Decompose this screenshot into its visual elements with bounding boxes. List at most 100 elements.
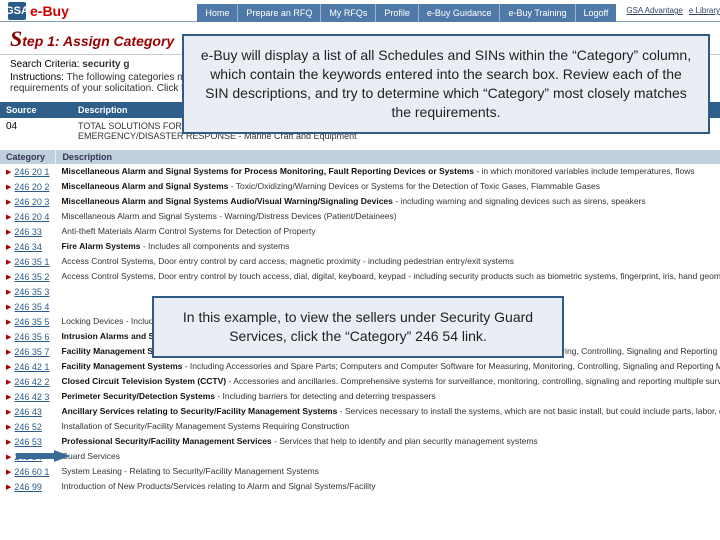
sin-description: Miscellaneous Alarm and Signal Systems A…: [55, 194, 720, 209]
sin-link[interactable]: 246 35 3: [14, 287, 49, 297]
sin-link[interactable]: 246 99: [14, 482, 42, 492]
logo: GSA e-Buy: [0, 2, 150, 20]
bullet-icon: ▶: [6, 378, 11, 386]
sin-cell: ▶246 35 2: [0, 269, 55, 284]
sin-link[interactable]: 246 35 1: [14, 257, 49, 267]
sin-description: Installation of Security/Facility Manage…: [55, 419, 720, 434]
bullet-icon: ▶: [6, 318, 11, 326]
bullet-icon: ▶: [6, 168, 11, 176]
sin-description: Facility Management Systems - Including …: [55, 359, 720, 374]
sin-cell: ▶246 34: [0, 239, 55, 254]
col-category: Category: [0, 150, 55, 164]
logo-badge: GSA: [8, 2, 26, 20]
bullet-icon: ▶: [6, 198, 11, 206]
col-description-inner: Description: [55, 150, 720, 164]
sin-description: System Leasing - Relating to Security/Fa…: [55, 464, 720, 479]
sin-description: Miscellaneous Alarm and Signal Systems -…: [55, 209, 720, 224]
sin-link[interactable]: 246 35 2: [14, 272, 49, 282]
bullet-icon: ▶: [6, 438, 11, 446]
search-criteria-label: Search Criteria:: [10, 59, 79, 70]
sin-cell: ▶246 35 7: [0, 344, 55, 359]
bullet-icon: ▶: [6, 273, 11, 281]
sin-cell: ▶246 53: [0, 434, 55, 449]
bullet-icon: ▶: [6, 348, 11, 356]
sin-description: Perimeter Security/Detection Systems - I…: [55, 389, 720, 404]
sin-description: Closed Circuit Television System (CCTV) …: [55, 374, 720, 389]
sin-link[interactable]: 246 35 7: [14, 347, 49, 357]
sin-link[interactable]: 246 34: [14, 242, 42, 252]
sin-description: Access Control Systems, Door entry contr…: [55, 269, 720, 284]
sin-cell: ▶246 33: [0, 224, 55, 239]
bullet-icon: ▶: [6, 468, 11, 476]
search-criteria-value: security g: [82, 59, 129, 70]
sin-link[interactable]: 246 52: [14, 422, 42, 432]
nav-logoff[interactable]: Logoff: [576, 4, 617, 22]
sin-cell: ▶246 35 6: [0, 329, 55, 344]
sin-link[interactable]: 246 42 2: [14, 377, 49, 387]
sin-link[interactable]: 246 42 1: [14, 362, 49, 372]
nav-profile[interactable]: Profile: [376, 4, 419, 22]
sin-description: Introduction of New Products/Services re…: [55, 479, 720, 494]
bullet-icon: ▶: [6, 228, 11, 236]
sin-link[interactable]: 246 20 2: [14, 182, 49, 192]
logo-text: e-Buy: [30, 3, 69, 19]
callout-top: e-Buy will display a list of all Schedul…: [182, 34, 710, 134]
bullet-icon: ▶: [6, 408, 11, 416]
instructions-label: Instructions:: [10, 72, 64, 83]
sin-description: Ancillary Services relating to Security/…: [55, 404, 720, 419]
sin-description: Miscellaneous Alarm and Signal Systems -…: [55, 179, 720, 194]
sin-link[interactable]: 246 20 4: [14, 212, 49, 222]
sin-cell: ▶246 99: [0, 479, 55, 494]
bullet-icon: ▶: [6, 393, 11, 401]
bullet-icon: ▶: [6, 363, 11, 371]
mini-links: GSA Advantage e Library: [626, 6, 720, 15]
nav-home[interactable]: Home: [197, 4, 238, 22]
bullet-icon: ▶: [6, 303, 11, 311]
sin-cell: ▶246 60 1: [0, 464, 55, 479]
sin-link[interactable]: 246 60 1: [14, 467, 49, 477]
sin-link[interactable]: 246 20 3: [14, 197, 49, 207]
nav-prepare-an-rfq[interactable]: Prepare an RFQ: [238, 4, 321, 22]
nav-e-buy-training[interactable]: e-Buy Training: [500, 4, 575, 22]
nav-e-buy-guidance[interactable]: e-Buy Guidance: [419, 4, 501, 22]
main-nav: HomePrepare an RFQMy RFQsProfilee-Buy Gu…: [197, 0, 616, 22]
sin-link[interactable]: 246 43: [14, 407, 42, 417]
sin-cell: ▶246 42 3: [0, 389, 55, 404]
bullet-icon: ▶: [6, 423, 11, 431]
bullet-icon: ▶: [6, 483, 11, 491]
bullet-icon: ▶: [6, 288, 11, 296]
sin-cell: ▶246 52: [0, 419, 55, 434]
sin-description: Guard Services: [55, 449, 720, 464]
bullet-icon: ▶: [6, 333, 11, 341]
sin-description: Professional Security/Facility Managemen…: [55, 434, 720, 449]
arrow-indicator-icon: [16, 450, 70, 462]
bullet-icon: ▶: [6, 243, 11, 251]
minilink-gsa-advantage[interactable]: GSA Advantage: [626, 6, 683, 15]
sin-cell: ▶246 35 3: [0, 284, 55, 299]
source-code: 04: [0, 118, 72, 144]
minilink-e-library[interactable]: e Library: [689, 6, 720, 15]
sin-cell: ▶246 42 2: [0, 374, 55, 389]
sin-link[interactable]: 246 42 3: [14, 392, 49, 402]
sin-description: Anti-theft Materials Alarm Control Syste…: [55, 224, 720, 239]
bullet-icon: ▶: [6, 183, 11, 191]
sin-link[interactable]: 246 53: [14, 437, 42, 447]
bullet-icon: ▶: [6, 213, 11, 221]
sin-link[interactable]: 246 20 1: [14, 167, 49, 177]
callout-mid: In this example, to view the sellers und…: [152, 296, 564, 358]
sin-description: Fire Alarm Systems - Includes all compon…: [55, 239, 720, 254]
sin-link[interactable]: 246 33: [14, 227, 42, 237]
sin-cell: ▶246 20 4: [0, 209, 55, 224]
nav-my-rfqs[interactable]: My RFQs: [321, 4, 376, 22]
sin-link[interactable]: 246 35 5: [14, 317, 49, 327]
sin-cell: ▶246 43: [0, 404, 55, 419]
sin-link[interactable]: 246 35 6: [14, 332, 49, 342]
topbar: GSA e-Buy HomePrepare an RFQMy RFQsProfi…: [0, 0, 720, 22]
bullet-icon: ▶: [6, 258, 11, 266]
sin-description: Access Control Systems, Door entry contr…: [55, 254, 720, 269]
sin-description: Miscellaneous Alarm and Signal Systems f…: [55, 164, 720, 179]
sin-cell: ▶246 35 1: [0, 254, 55, 269]
sin-link[interactable]: 246 35 4: [14, 302, 49, 312]
sin-cell: ▶246 20 3: [0, 194, 55, 209]
col-source: Source: [0, 102, 72, 118]
